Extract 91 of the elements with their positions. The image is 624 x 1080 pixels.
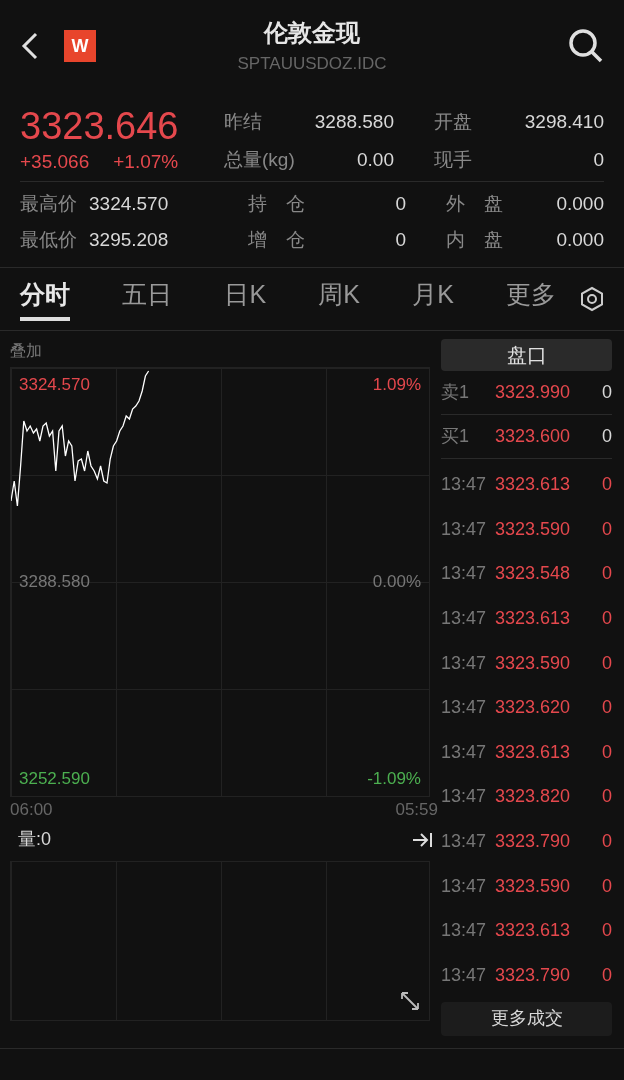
- level-quantity: 0: [602, 380, 612, 404]
- stat-label: 持 仓: [248, 191, 305, 216]
- trade-price: 3323.613: [495, 473, 571, 497]
- trade-quantity: 0: [602, 562, 612, 586]
- stat-value: 0.000: [556, 228, 604, 252]
- trade-quantity: 0: [602, 830, 612, 854]
- stat-label: 最低价: [20, 228, 77, 252]
- stat-label: 昨结: [224, 110, 262, 134]
- trade-price: 3323.613: [495, 919, 571, 943]
- trade-price: 3323.548: [495, 562, 571, 586]
- stat-label: 增 仓: [248, 228, 305, 252]
- trade-time: 13:47: [441, 919, 488, 943]
- axis-label: -1.09%: [367, 768, 421, 790]
- trade-quantity: 0: [602, 740, 612, 764]
- chart-tab[interactable]: 周K: [318, 275, 360, 322]
- trade-price: 3323.613: [495, 607, 571, 631]
- level-price: 3323.990: [495, 380, 571, 404]
- trade-time: 13:47: [441, 740, 488, 764]
- search-icon[interactable]: [568, 28, 604, 64]
- trade-time: 13:47: [441, 607, 488, 631]
- stat-value: 0.00: [357, 148, 394, 173]
- stat-value: 3295.208: [89, 228, 169, 252]
- axis-label: 0.00%: [372, 570, 421, 593]
- stat-value: 0.000: [556, 191, 604, 216]
- volume-label: 量:0: [17, 828, 51, 851]
- trade-quantity: 0: [602, 651, 612, 675]
- trade-time: 13:47: [441, 785, 488, 809]
- stat-label: 外 盘: [446, 191, 503, 216]
- stat-label: 开盘: [434, 110, 472, 134]
- chart-tab[interactable]: 更多: [506, 275, 556, 322]
- trade-time: 13:47: [441, 874, 488, 898]
- price-change: +35.066: [20, 150, 90, 174]
- trade-quantity: 0: [602, 696, 612, 720]
- level-label: 卖1: [441, 380, 470, 404]
- trade-price: 3323.590: [495, 651, 571, 675]
- settings-icon[interactable]: [580, 285, 604, 312]
- axis-label: 3252.590: [19, 768, 90, 790]
- trade-price: 3323.590: [495, 874, 571, 898]
- trade-price: 3323.613: [495, 740, 571, 764]
- chart-tab[interactable]: 分时: [20, 275, 70, 322]
- time-label: 06:00: [10, 798, 53, 821]
- trade-price: 3323.620: [495, 696, 571, 720]
- trade-time: 13:47: [441, 473, 488, 497]
- trade-quantity: 0: [602, 517, 612, 541]
- more-trades-button[interactable]: 更多成交: [441, 1001, 612, 1036]
- level-price: 3323.600: [495, 424, 571, 448]
- stat-label: 最高价: [20, 191, 77, 216]
- trade-quantity: 0: [602, 874, 612, 898]
- chart-tab[interactable]: 日K: [224, 275, 267, 322]
- percent-change: +1.07%: [113, 150, 179, 174]
- stat-value: 0: [395, 191, 406, 216]
- stat-label: 内 盘: [446, 228, 503, 252]
- last-price: 3323.646: [20, 104, 180, 148]
- stat-label: 现手: [434, 148, 472, 173]
- trade-time: 13:47: [441, 830, 488, 854]
- chart-tab[interactable]: 月K: [412, 275, 454, 322]
- stat-value: 3298.410: [524, 110, 604, 134]
- level-label: 买1: [441, 424, 470, 448]
- back-icon[interactable]: [20, 31, 40, 61]
- stat-value: 0: [593, 148, 604, 173]
- stat-label: 总量(kg): [224, 148, 295, 173]
- trade-time: 13:47: [441, 963, 488, 987]
- trade-time: 13:47: [441, 562, 488, 586]
- level-quantity: 0: [602, 424, 612, 448]
- axis-label: 1.09%: [372, 373, 421, 396]
- symbol-code: SPTAUUSDOZ.IDC: [237, 53, 387, 76]
- stat-value: 3324.570: [89, 191, 169, 216]
- app-logo: W: [64, 30, 96, 62]
- time-label: 05:59: [395, 798, 438, 821]
- trade-quantity: 0: [602, 919, 612, 943]
- trade-time: 13:47: [441, 696, 488, 720]
- trade-quantity: 0: [602, 785, 612, 809]
- page-title: 伦敦金现: [264, 18, 360, 49]
- trade-price: 3323.790: [495, 963, 571, 987]
- axis-label: 3324.570: [19, 373, 90, 396]
- overlay-label[interactable]: 叠加: [10, 338, 437, 367]
- trade-quantity: 0: [602, 963, 612, 987]
- trade-quantity: 0: [602, 473, 612, 497]
- trade-price: 3323.820: [495, 785, 571, 809]
- trade-price: 3323.790: [495, 830, 571, 854]
- trade-time: 13:47: [441, 517, 488, 541]
- chart-tab[interactable]: 五日: [122, 275, 173, 322]
- expand-icon[interactable]: [399, 990, 421, 1012]
- order-book-button[interactable]: 盘口: [441, 338, 612, 371]
- stat-value: 0: [395, 228, 406, 252]
- jump-to-end-icon[interactable]: [412, 830, 434, 849]
- stat-value: 3288.580: [314, 110, 394, 134]
- axis-label: 3288.580: [19, 570, 90, 593]
- trade-quantity: 0: [602, 607, 612, 631]
- trade-price: 3323.590: [495, 517, 571, 541]
- trade-time: 13:47: [441, 651, 488, 675]
